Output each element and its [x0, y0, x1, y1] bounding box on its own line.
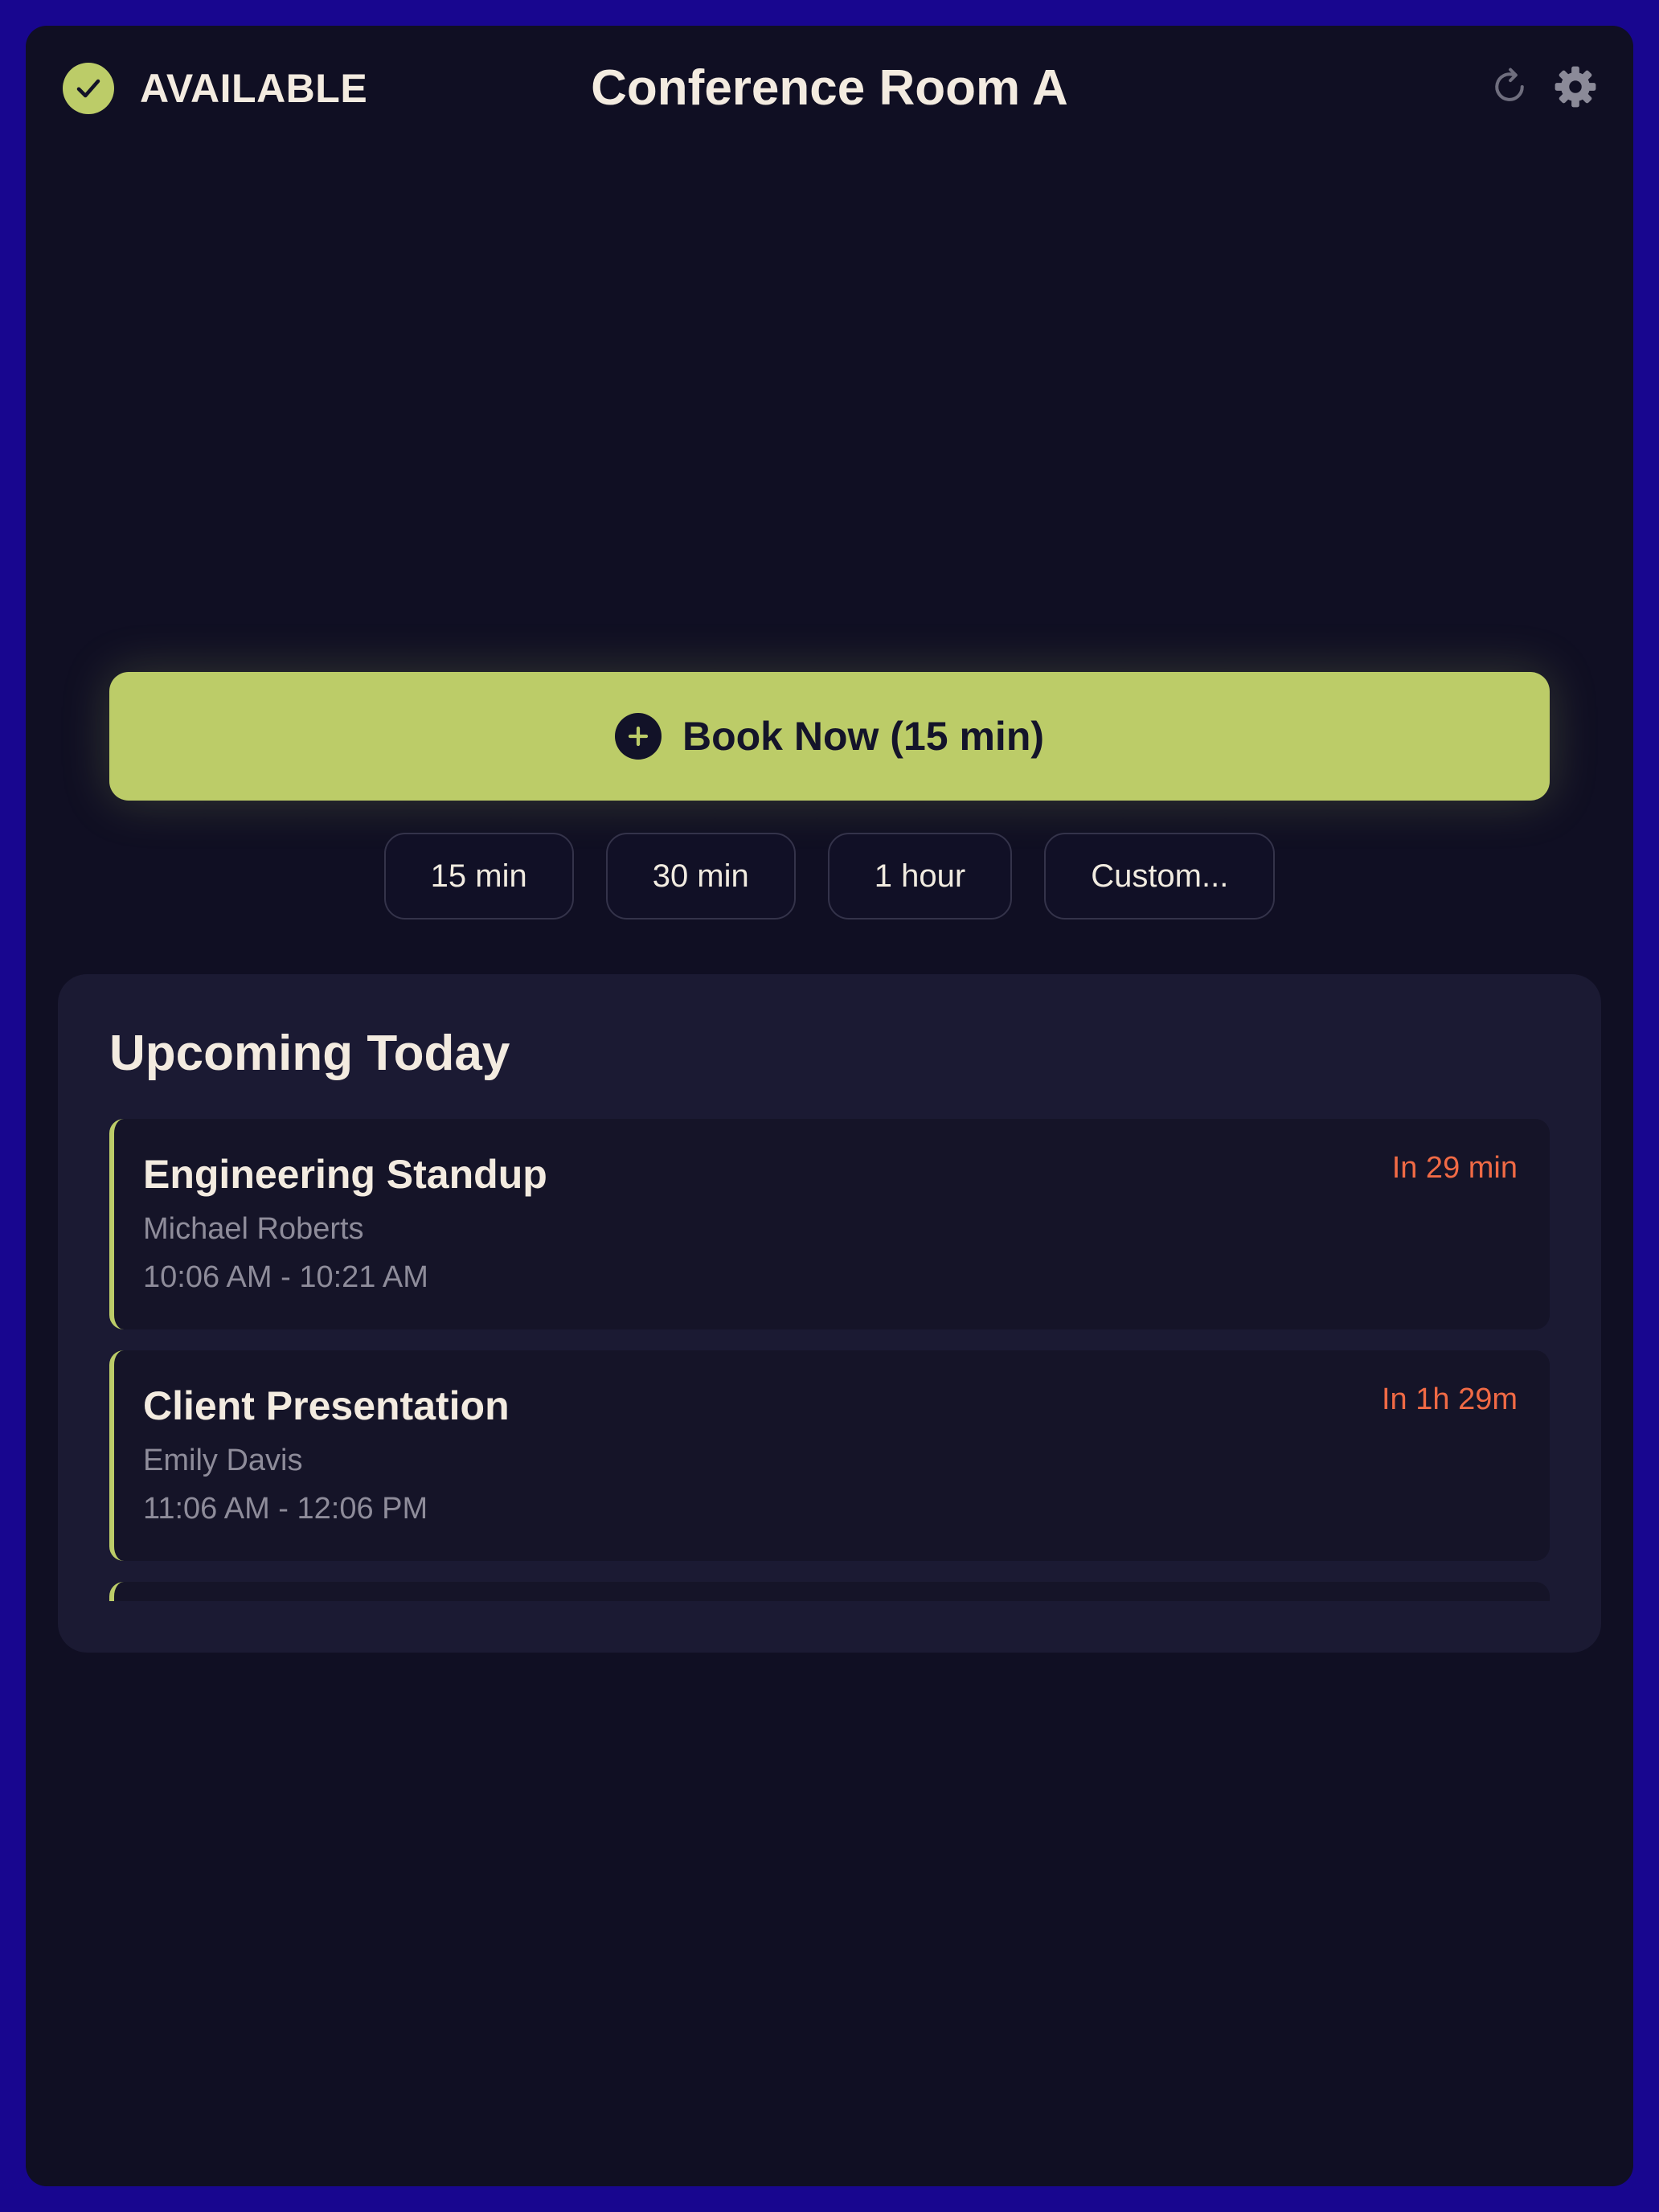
event-card[interactable]: Engineering Standup Michael Roberts 10:0… — [109, 1119, 1550, 1329]
refresh-button[interactable] — [1484, 61, 1535, 113]
event-title: Client Presentation — [143, 1383, 510, 1428]
header-actions — [1469, 61, 1601, 113]
room-title: Conference Room A — [591, 60, 1068, 116]
event-countdown: In 29 min — [1391, 1151, 1518, 1185]
book-now-button[interactable]: Book Now (15 min) — [109, 672, 1550, 801]
duration-15-min-button[interactable]: 15 min — [383, 833, 574, 920]
settings-button[interactable] — [1550, 61, 1601, 113]
gear-icon — [1555, 66, 1596, 108]
duration-custom-button[interactable]: Custom... — [1044, 833, 1276, 920]
event-card-partial[interactable] — [109, 1582, 1550, 1601]
event-card[interactable]: Client Presentation Emily Davis 11:06 AM… — [109, 1350, 1550, 1561]
duration-options: 15 min 30 min 1 hour Custom... — [26, 833, 1633, 920]
refresh-icon — [1495, 68, 1524, 101]
event-organizer: Emily Davis — [143, 1444, 303, 1477]
book-now-label: Book Now (15 min) — [682, 714, 1045, 759]
event-organizer: Michael Roberts — [143, 1212, 364, 1246]
upcoming-title: Upcoming Today — [109, 1026, 510, 1081]
duration-1-hour-button[interactable]: 1 hour — [827, 833, 1013, 920]
room-display-screen: AVAILABLE Conference Room A Book Now (15… — [26, 26, 1633, 2186]
event-title: Engineering Standup — [143, 1152, 547, 1197]
plus-icon — [614, 713, 662, 760]
event-time: 10:06 AM - 10:21 AM — [143, 1260, 428, 1294]
duration-30-min-button[interactable]: 30 min — [605, 833, 796, 920]
event-countdown: In 1h 29m — [1382, 1382, 1518, 1416]
event-list[interactable]: Engineering Standup Michael Roberts 10:0… — [109, 1119, 1550, 1601]
event-time: 11:06 AM - 12:06 PM — [143, 1492, 428, 1526]
upcoming-panel: Upcoming Today Engineering Standup Micha… — [58, 974, 1601, 1653]
